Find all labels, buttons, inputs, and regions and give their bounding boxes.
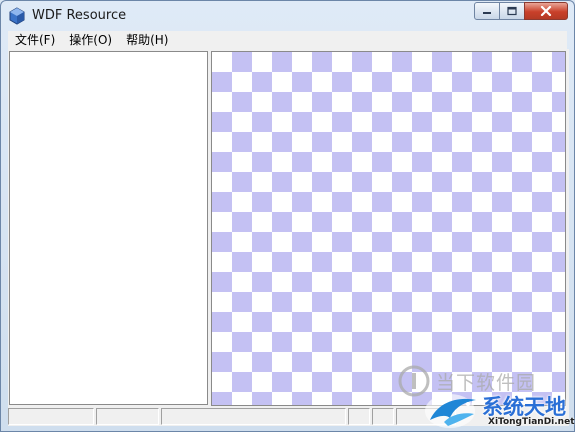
menu-operation[interactable]: 操作(O) xyxy=(62,31,119,49)
menu-bar: 文件(F) 操作(O) 帮助(H) xyxy=(8,31,567,49)
status-cell xyxy=(161,408,346,425)
status-cell xyxy=(372,408,394,425)
resource-list-pane[interactable] xyxy=(9,51,208,405)
watermark-logo-subtitle: XiTongTianDi.net xyxy=(488,417,575,427)
bird-logo-icon xyxy=(425,394,476,428)
minimize-button[interactable] xyxy=(474,2,500,20)
status-cell xyxy=(348,408,370,425)
minimize-icon xyxy=(483,12,491,14)
menu-help[interactable]: 帮助(H) xyxy=(119,31,175,49)
window-title: WDF Resource xyxy=(32,8,127,23)
menu-file[interactable]: 文件(F) xyxy=(8,31,62,49)
close-icon xyxy=(540,6,552,16)
status-cell xyxy=(96,408,159,425)
maximize-button[interactable] xyxy=(499,2,525,20)
preview-pane[interactable] xyxy=(211,51,566,406)
cube-icon xyxy=(9,7,25,25)
status-cell xyxy=(8,408,94,425)
caption-buttons xyxy=(474,2,568,21)
watermark-logo: 系统天地 XiTongTianDi.net xyxy=(422,390,575,432)
title-bar[interactable]: WDF Resource xyxy=(1,1,574,31)
maximize-icon xyxy=(507,6,517,16)
close-button[interactable] xyxy=(524,2,568,20)
